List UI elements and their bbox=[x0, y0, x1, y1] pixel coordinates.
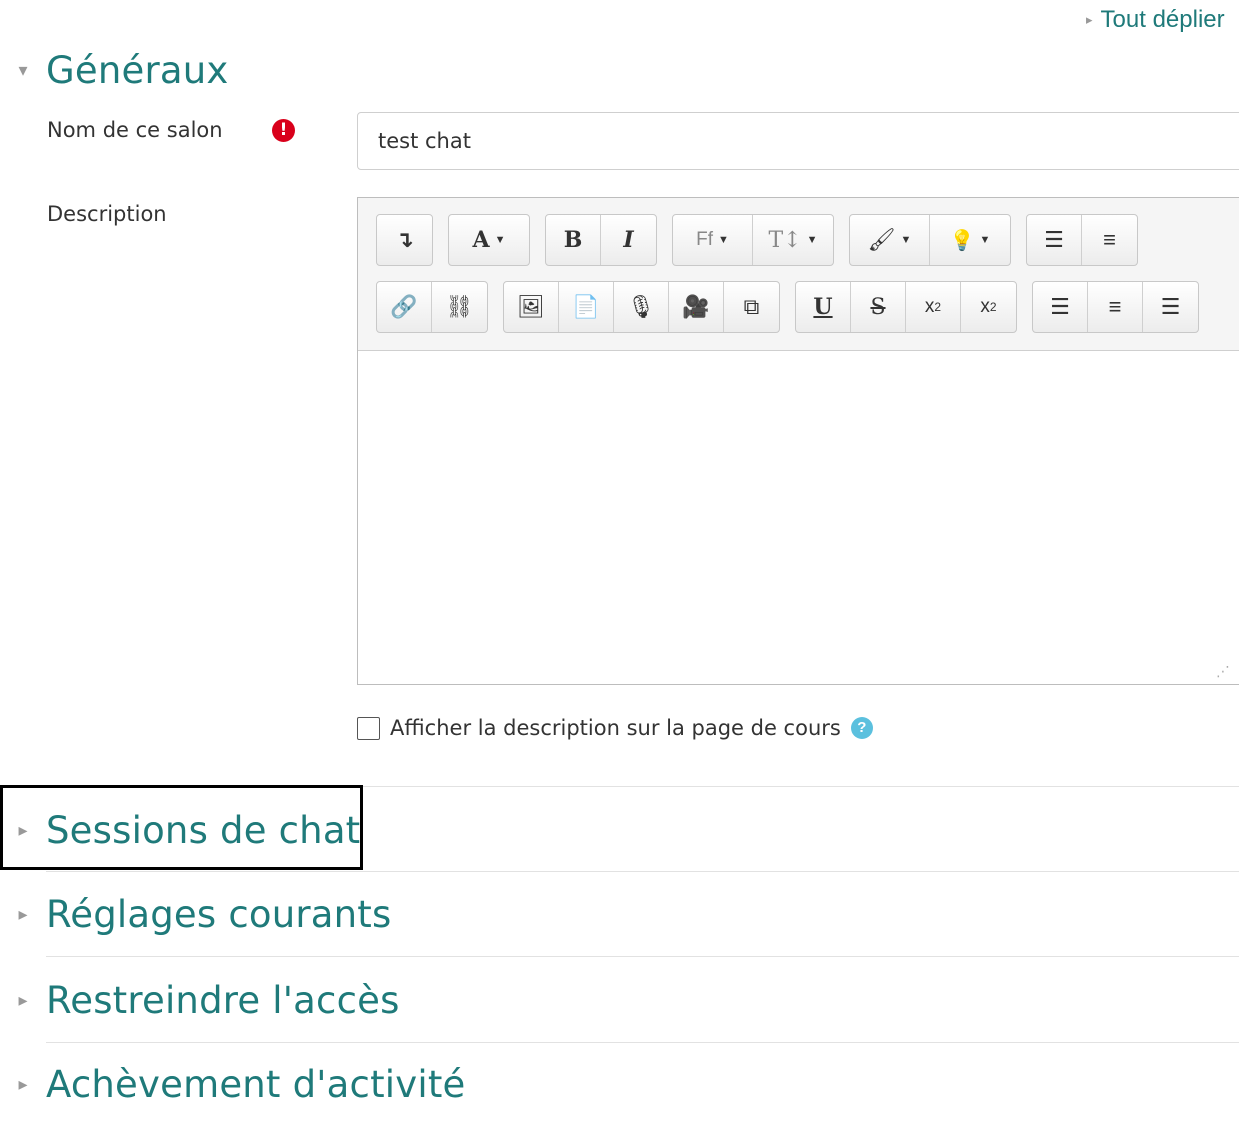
strikethrough-icon[interactable]: S bbox=[851, 282, 906, 332]
section-common-settings-header[interactable]: ▸ Réglages courants bbox=[0, 884, 392, 944]
editor-content-area[interactable] bbox=[358, 350, 1239, 684]
image-icon[interactable]: 🖼 bbox=[504, 282, 559, 332]
toolbar-group-links: 🔗 ⛓ bbox=[376, 281, 488, 333]
underline-icon[interactable]: U bbox=[796, 282, 851, 332]
section-title-common-settings: Réglages courants bbox=[46, 892, 392, 936]
italic-icon[interactable]: I bbox=[601, 215, 656, 265]
expand-arrow-icon: ▸ bbox=[18, 989, 28, 1010]
toolbar-row-1: ↴ A ▼ B I Ff ▼ T↕ ▼ 🖌 ▼ 💡 ▼ ☰ ≡ bbox=[376, 214, 1153, 266]
ordered-list-icon[interactable]: ≡ bbox=[1082, 215, 1137, 265]
align-center-icon[interactable]: ≡ bbox=[1088, 282, 1143, 332]
highlight-box bbox=[0, 785, 363, 870]
section-title-activity-completion: Achèvement d'activité bbox=[46, 1062, 466, 1106]
show-description-row: Afficher la description sur la page de c… bbox=[357, 716, 873, 740]
show-description-label: Afficher la description sur la page de c… bbox=[390, 716, 841, 740]
section-title-restrict-access: Restreindre l'accès bbox=[46, 978, 400, 1022]
section-restrict-access-header[interactable]: ▸ Restreindre l'accès bbox=[0, 970, 400, 1030]
editor-toolbar: ↴ A ▼ B I Ff ▼ T↕ ▼ 🖌 ▼ 💡 ▼ ☰ ≡ 🔗 ⛓ 🖼 📄 … bbox=[358, 198, 1239, 351]
record-video-icon[interactable]: 🎥 bbox=[669, 282, 724, 332]
toolbar-group-font: Ff ▼ T↕ ▼ bbox=[672, 214, 834, 266]
divider bbox=[46, 956, 1239, 957]
toolbar-group-color: 🖌 ▼ 💡 ▼ bbox=[849, 214, 1011, 266]
font-color-icon[interactable]: 🖌 ▼ bbox=[850, 215, 930, 265]
help-icon[interactable]: ? bbox=[850, 717, 873, 739]
section-activity-completion-header[interactable]: ▸ Achèvement d'activité bbox=[0, 1054, 466, 1114]
align-left-icon[interactable]: ☰ bbox=[1033, 282, 1088, 332]
toolbar-group-text: U S x2 x2 bbox=[795, 281, 1017, 333]
unordered-list-icon[interactable]: ☰ bbox=[1027, 215, 1082, 265]
divider bbox=[46, 1042, 1239, 1043]
expand-all-link[interactable]: ▸ Tout déplier bbox=[1086, 6, 1225, 34]
background-color-icon[interactable]: 💡 ▼ bbox=[930, 215, 1010, 265]
font-family-icon[interactable]: Ff ▼ bbox=[673, 215, 753, 265]
expand-arrow-icon: ▸ bbox=[18, 1073, 28, 1094]
section-general-header[interactable]: ▾ Généraux bbox=[0, 40, 228, 100]
description-editor: ↴ A ▼ B I Ff ▼ T↕ ▼ 🖌 ▼ 💡 ▼ ☰ ≡ 🔗 ⛓ 🖼 📄 … bbox=[357, 197, 1239, 685]
expand-arrow-icon: ▸ bbox=[18, 903, 28, 924]
record-audio-icon[interactable]: 🎙 bbox=[614, 282, 669, 332]
manage-files-icon[interactable]: ⧉ bbox=[724, 282, 779, 332]
toolbar-group-lists: ☰ ≡ bbox=[1026, 214, 1138, 266]
superscript-icon[interactable]: x2 bbox=[961, 282, 1016, 332]
toolbar-group-toggle: ↴ bbox=[376, 214, 433, 266]
toolbar-group-align: ☰ ≡ ☰ bbox=[1032, 281, 1199, 333]
align-right-icon[interactable]: ☰ bbox=[1143, 282, 1198, 332]
name-label: Nom de ce salon bbox=[47, 118, 223, 142]
show-description-checkbox[interactable] bbox=[357, 716, 380, 740]
subscript-icon[interactable]: x2 bbox=[906, 282, 961, 332]
toolbar-group-style: A ▼ bbox=[448, 214, 530, 266]
expand-all-label: Tout déplier bbox=[1100, 6, 1225, 33]
required-icon: ! bbox=[272, 119, 295, 142]
description-label: Description bbox=[47, 202, 167, 226]
unlink-icon[interactable]: ⛓ bbox=[432, 282, 487, 332]
toggle-toolbar-icon[interactable]: ↴ bbox=[377, 215, 432, 265]
toolbar-group-format: B I bbox=[545, 214, 657, 266]
link-icon[interactable]: 🔗 bbox=[377, 282, 432, 332]
section-title-general: Généraux bbox=[46, 48, 229, 92]
expand-triangle-icon: ▸ bbox=[1086, 12, 1093, 27]
bold-icon[interactable]: B bbox=[546, 215, 601, 265]
toolbar-row-2: 🔗 ⛓ 🖼 📄 🎙 🎥 ⧉ U S x2 x2 ☰ ≡ ☰ bbox=[376, 281, 1214, 333]
resize-handle-icon[interactable]: ⋰ bbox=[1216, 663, 1230, 680]
collapse-arrow-icon: ▾ bbox=[18, 59, 28, 80]
font-size-icon[interactable]: T↕ ▼ bbox=[753, 215, 833, 265]
paragraph-style-icon[interactable]: A ▼ bbox=[449, 215, 529, 265]
divider bbox=[46, 871, 1239, 872]
media-icon[interactable]: 📄 bbox=[559, 282, 614, 332]
toolbar-group-media: 🖼 📄 🎙 🎥 ⧉ bbox=[503, 281, 780, 333]
name-input[interactable] bbox=[357, 112, 1239, 170]
